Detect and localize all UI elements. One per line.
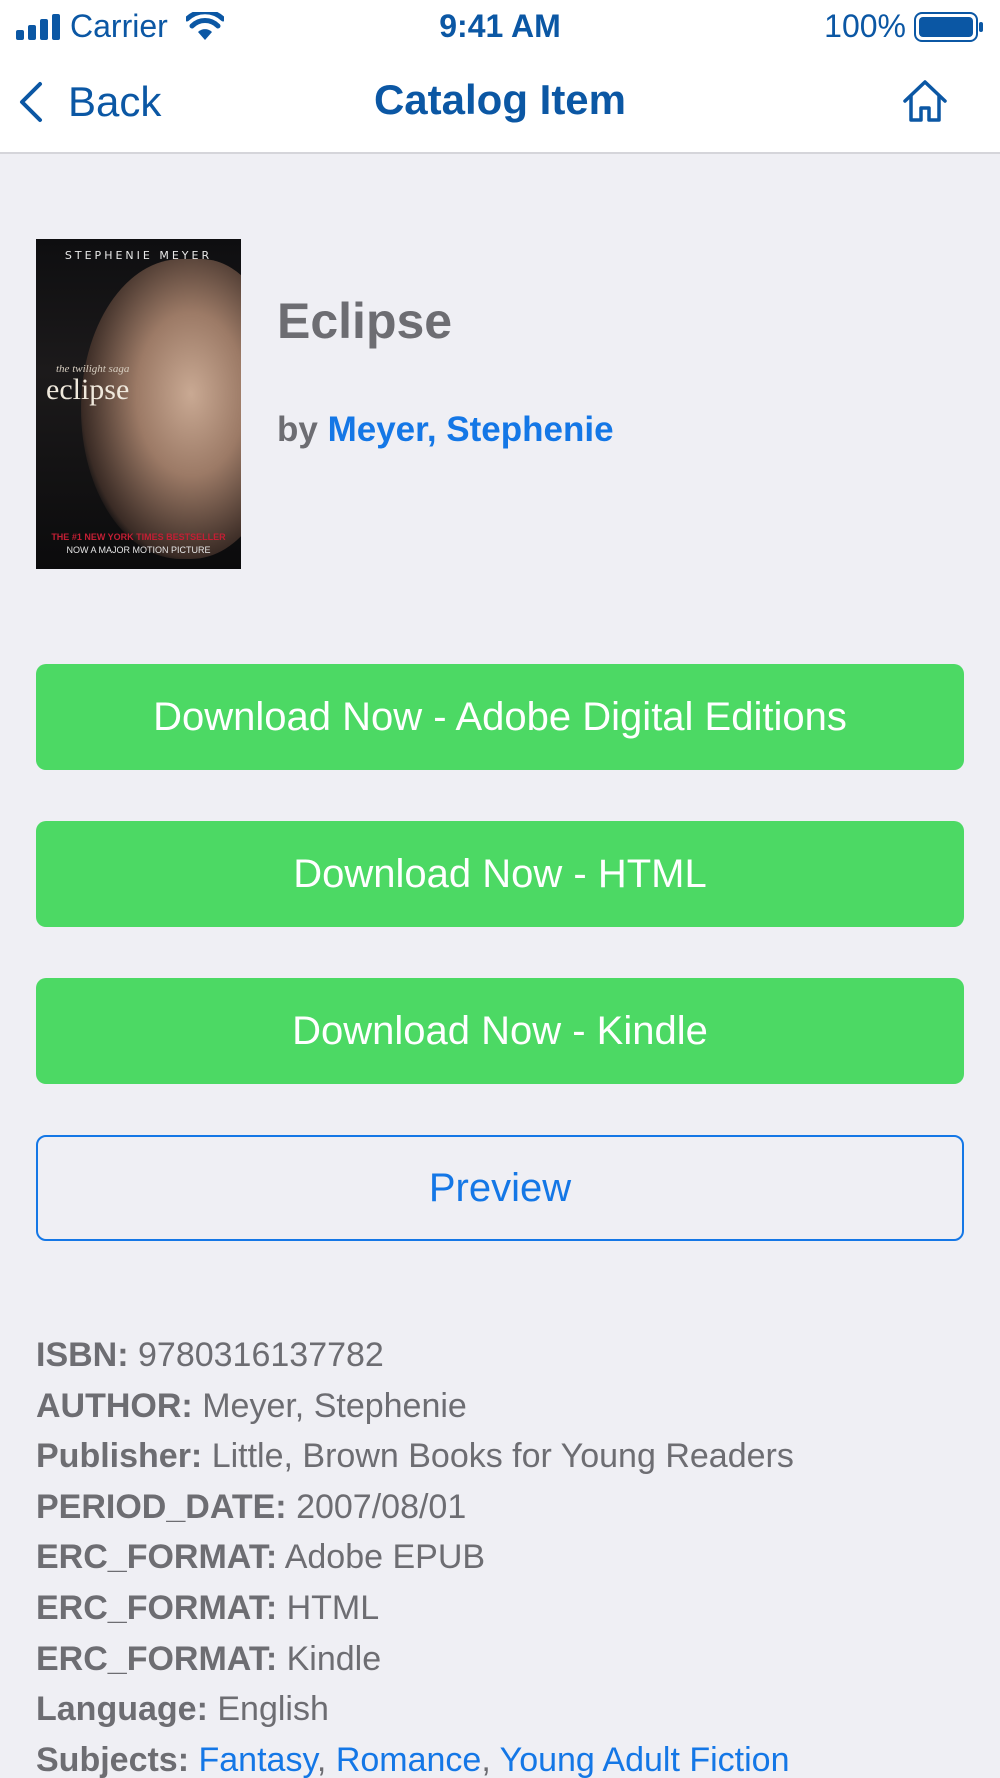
- by-label: by: [277, 410, 318, 449]
- meta-key: AUTHOR:: [36, 1386, 193, 1425]
- home-icon[interactable]: [902, 78, 948, 124]
- book-title: Eclipse: [277, 293, 453, 349]
- meta-key: PERIOD_DATE:: [36, 1487, 287, 1526]
- meta-key: Subjects:: [36, 1740, 190, 1778]
- meta-subjects: Subjects: Fantasy, Romance, Young Adult …: [36, 1735, 976, 1778]
- cover-tagline: NOW A MAJOR MOTION PICTURE: [66, 545, 211, 555]
- battery-icon: [914, 12, 983, 42]
- book-cover-image: STEPHENIE MEYER the twilight saga eclips…: [36, 239, 241, 569]
- meta-format-epub: ERC_FORMAT: Adobe EPUB: [36, 1532, 976, 1583]
- meta-format-html: ERC_FORMAT: HTML: [36, 1583, 976, 1634]
- meta-isbn: ISBN: 9780316137782: [36, 1330, 976, 1381]
- download-ade-button[interactable]: Download Now - Adobe Digital Editions: [36, 664, 964, 770]
- meta-value: Meyer, Stephenie: [202, 1386, 467, 1425]
- subject-link-fantasy[interactable]: Fantasy: [199, 1741, 317, 1778]
- cover-bestseller: THE #1 NEW YORK TIMES BESTSELLER: [51, 532, 226, 542]
- meta-value: 2007/08/01: [296, 1487, 467, 1526]
- subject-link-young-adult-fiction[interactable]: Young Adult Fiction: [500, 1741, 790, 1778]
- meta-publisher: Publisher: Little, Brown Books for Young…: [36, 1431, 976, 1482]
- preview-button[interactable]: Preview: [36, 1135, 964, 1241]
- download-html-button[interactable]: Download Now - HTML: [36, 821, 964, 927]
- cover-title: eclipse: [46, 373, 130, 406]
- meta-value: 9780316137782: [138, 1336, 384, 1374]
- book-byline: by Meyer, Stephenie: [277, 410, 614, 450]
- meta-value: Little, Brown Books for Young Readers: [211, 1437, 794, 1476]
- meta-format-kindle: ERC_FORMAT: Kindle: [36, 1634, 976, 1685]
- meta-key: ERC_FORMAT:: [36, 1588, 278, 1627]
- meta-period-date: PERIOD_DATE: 2007/08/01: [36, 1482, 976, 1533]
- author-link[interactable]: Meyer, Stephenie: [328, 410, 614, 449]
- battery-percent: 100%: [824, 8, 906, 44]
- cover-face-art: [81, 259, 241, 559]
- meta-key: Language:: [36, 1690, 208, 1729]
- meta-key: ERC_FORMAT:: [36, 1538, 278, 1577]
- meta-author: AUTHOR: Meyer, Stephenie: [36, 1381, 976, 1432]
- meta-key: ERC_FORMAT:: [36, 1639, 278, 1678]
- subject-separator: ,: [481, 1740, 491, 1778]
- download-kindle-button[interactable]: Download Now - Kindle: [36, 978, 964, 1084]
- metadata-list: ISBN: 9780316137782 AUTHOR: Meyer, Steph…: [36, 1330, 976, 1778]
- meta-value: English: [217, 1690, 329, 1729]
- subject-link-romance[interactable]: Romance: [336, 1741, 482, 1778]
- page-title: Catalog Item: [373, 76, 627, 123]
- meta-value: Kindle: [286, 1639, 382, 1678]
- meta-key: Publisher:: [36, 1437, 203, 1476]
- meta-value: HTML: [286, 1588, 380, 1627]
- meta-value: Adobe EPUB: [284, 1538, 486, 1577]
- subject-separator: ,: [316, 1740, 327, 1778]
- meta-language: Language: English: [36, 1684, 976, 1735]
- meta-key: ISBN:: [36, 1336, 129, 1374]
- status-bar: Carrier 9:41 AM 100%: [0, 0, 1000, 56]
- top-bar: Carrier 9:41 AM 100% Back Catalog Item: [0, 0, 1000, 154]
- cover-author: STEPHENIE MEYER: [64, 249, 213, 262]
